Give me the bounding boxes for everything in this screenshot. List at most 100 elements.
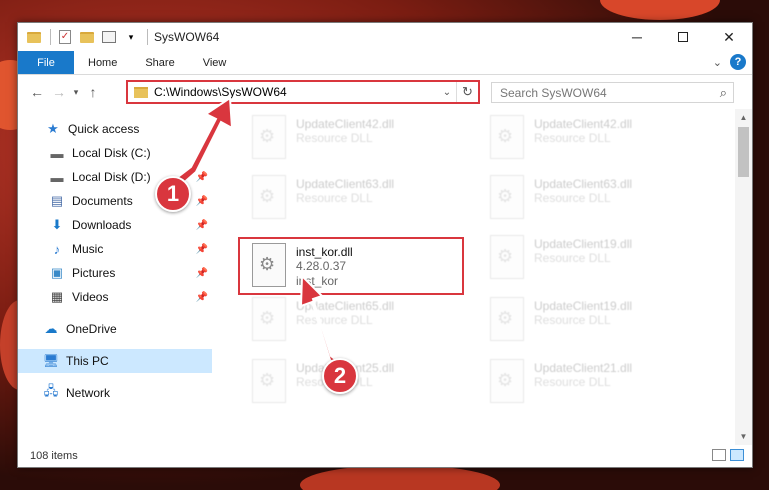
- file-item[interactable]: UpdateClient42.dllResource DLL: [246, 111, 472, 165]
- pin-icon[interactable]: 📌: [196, 220, 208, 231]
- properties-check-icon[interactable]: ✓: [57, 29, 73, 45]
- nav-label: Music: [72, 242, 104, 256]
- file-name: UpdateClient65.dll: [296, 299, 395, 313]
- drive-icon: ▬: [50, 145, 64, 161]
- ribbon-right: ⌄ ?: [713, 54, 746, 70]
- dll-file-icon: [490, 235, 524, 279]
- pin-icon[interactable]: 📌: [196, 244, 208, 255]
- maximize-icon: [678, 32, 688, 42]
- tab-view[interactable]: View: [189, 51, 241, 74]
- cloud-icon: ☁: [44, 321, 58, 336]
- file-item[interactable]: UpdateClient19.dllResource DLL: [484, 293, 710, 347]
- forward-arrow-icon[interactable]: →: [48, 84, 70, 100]
- nav-pictures[interactable]: ▣ Pictures 📌: [18, 261, 212, 285]
- nav-network[interactable]: 🖧 Network: [18, 381, 212, 405]
- item-count: 108 items: [30, 450, 78, 462]
- step-badge-2: 2: [322, 358, 358, 394]
- scroll-down-icon[interactable]: ▼: [735, 428, 752, 445]
- highlight-box: [238, 237, 464, 295]
- scroll-up-icon[interactable]: ▲: [735, 109, 752, 126]
- file-item[interactable]: UpdateClient19.dllResource DLL: [484, 231, 710, 285]
- dll-file-icon: [252, 297, 286, 341]
- file-item[interactable]: UpdateClient65.dllResource DLL: [246, 293, 472, 347]
- file-item[interactable]: UpdateClient63.dllResource DLL: [484, 171, 710, 225]
- dll-file-icon: [490, 359, 524, 403]
- recent-locations-icon[interactable]: ▾: [70, 87, 82, 98]
- properties-icon[interactable]: [101, 29, 117, 45]
- ribbon-tabs: File Home Share View ⌄ ?: [18, 51, 752, 75]
- file-name: UpdateClient21.dll: [534, 361, 633, 375]
- new-folder-icon[interactable]: [79, 29, 95, 45]
- pin-icon[interactable]: 📌: [196, 148, 208, 159]
- pin-icon[interactable]: 📌: [196, 196, 208, 207]
- downloads-icon: ⬇: [51, 217, 63, 232]
- dll-file-icon: [252, 175, 286, 219]
- star-icon: ★: [47, 121, 59, 136]
- nav-label: OneDrive: [66, 322, 117, 336]
- documents-icon: ▤: [50, 193, 64, 208]
- tab-file[interactable]: File: [18, 51, 74, 74]
- file-item[interactable]: UpdateClient63.dllResource DLL: [246, 171, 472, 225]
- divider: [147, 29, 148, 45]
- nav-label: Local Disk (C:): [72, 146, 151, 160]
- file-description: Resource DLL: [296, 313, 373, 327]
- background-leaf: [600, 0, 720, 20]
- search-icon[interactable]: ⌕: [720, 85, 727, 101]
- help-icon[interactable]: ?: [730, 54, 746, 70]
- drive-icon: ▬: [50, 169, 64, 185]
- address-bar[interactable]: C:\Windows\SysWOW64 ⌄ ↻: [126, 80, 480, 104]
- search-input[interactable]: Search SysWOW64 ⌕: [491, 82, 734, 103]
- nav-music[interactable]: ♪ Music 📌: [18, 237, 212, 261]
- videos-icon: ▦: [50, 289, 64, 304]
- nav-label: Documents: [72, 194, 133, 208]
- nav-local-disk-c[interactable]: ▬ Local Disk (C:) 📌: [18, 141, 212, 165]
- refresh-icon[interactable]: ↻: [456, 82, 478, 102]
- maximize-button[interactable]: [660, 23, 706, 51]
- folder-icon: [134, 86, 148, 98]
- nav-label: This PC: [66, 354, 109, 368]
- file-description: Resource DLL: [534, 251, 611, 265]
- nav-videos[interactable]: ▦ Videos 📌: [18, 285, 212, 309]
- file-description: Resource DLL: [534, 375, 611, 389]
- nav-label: Quick access: [68, 122, 140, 136]
- file-item[interactable]: UpdateClient21.dllResource DLL: [484, 355, 710, 409]
- nav-label: Downloads: [72, 218, 132, 232]
- address-dropdown-icon[interactable]: ⌄: [438, 87, 456, 98]
- file-description: Resource DLL: [296, 191, 373, 205]
- up-arrow-icon[interactable]: ↑: [82, 84, 104, 100]
- minimize-button[interactable]: ─: [614, 23, 660, 51]
- close-button[interactable]: ✕: [706, 23, 752, 51]
- view-toggle: [712, 449, 744, 461]
- nav-quick-access[interactable]: ★ Quick access: [18, 117, 212, 141]
- address-row: ← → ▾ ↑ C:\Windows\SysWOW64 ⌄ ↻ Search S…: [18, 75, 752, 109]
- nav-this-pc[interactable]: 🖥 This PC: [18, 349, 212, 373]
- nav-downloads[interactable]: ⬇ Downloads 📌: [18, 213, 212, 237]
- dll-file-icon: [252, 359, 286, 403]
- tab-home[interactable]: Home: [74, 51, 131, 74]
- customize-quick-access-icon[interactable]: ▾: [123, 29, 139, 45]
- music-icon: ♪: [53, 241, 61, 257]
- step-badge-1: 1: [155, 176, 191, 212]
- nav-onedrive[interactable]: ☁ OneDrive: [18, 317, 212, 341]
- expand-ribbon-icon[interactable]: ⌄: [713, 56, 722, 69]
- nav-label: Local Disk (D:): [72, 170, 151, 184]
- status-bar: 108 items: [18, 445, 752, 467]
- details-view-icon[interactable]: [712, 449, 726, 461]
- vertical-scrollbar[interactable]: ▲ ▼: [735, 109, 752, 445]
- search-placeholder: Search SysWOW64: [500, 85, 607, 100]
- file-item[interactable]: UpdateClient25.dllResource DLL: [246, 355, 472, 409]
- network-icon: 🖧: [43, 383, 59, 398]
- file-description: Resource DLL: [534, 131, 611, 145]
- pin-icon[interactable]: 📌: [196, 268, 208, 279]
- tab-share[interactable]: Share: [131, 51, 188, 74]
- dll-file-icon: [252, 115, 286, 159]
- large-icons-view-icon[interactable]: [730, 449, 744, 461]
- file-name: UpdateClient19.dll: [534, 237, 633, 251]
- address-path[interactable]: C:\Windows\SysWOW64: [154, 85, 438, 99]
- pin-icon[interactable]: 📌: [196, 172, 208, 183]
- scrollbar-thumb[interactable]: [738, 127, 749, 177]
- file-item[interactable]: UpdateClient42.dllResource DLL: [484, 111, 710, 165]
- back-arrow-icon[interactable]: ←: [26, 84, 48, 100]
- file-name: UpdateClient42.dll: [534, 117, 633, 131]
- pin-icon[interactable]: 📌: [196, 292, 208, 303]
